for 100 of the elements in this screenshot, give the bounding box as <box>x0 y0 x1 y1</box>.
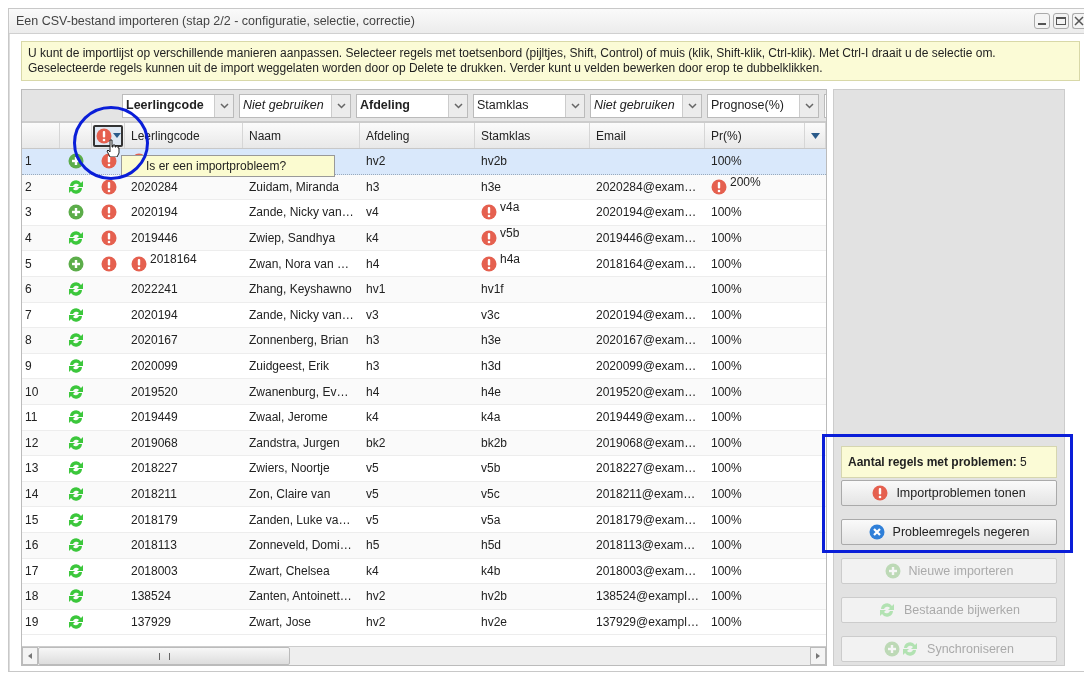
table-cell: 138524 <box>131 589 172 604</box>
row-number: 1 <box>25 154 32 169</box>
table-cell: 2019449 <box>131 410 178 425</box>
row-number: 15 <box>25 512 39 527</box>
table-row[interactable]: 16 2018113 Zonneveld, Domi… h5 h5d 2018113@exam… 100% <box>22 532 826 559</box>
table-cell: v5c <box>481 487 500 501</box>
row-number: 9 <box>25 359 32 374</box>
table-cell: Zwanenburg, Ev… <box>249 384 349 399</box>
row-number: 3 <box>25 205 32 220</box>
table-row[interactable]: 18 138524 Zanten, Antoinett… hv2 hv2b 138524@exampl… 100% <box>22 584 826 610</box>
table-cell: 2019446 <box>131 231 178 246</box>
window-title: Een CSV-bestand importeren (stap 2/2 - configuratie, selectie, correctie) <box>16 14 416 28</box>
table-row[interactable]: 4 2019446 Zwiep, Sandhya k4 v5b 2019446@exam… 100% <box>22 225 826 252</box>
column-mapping-dropdown[interactable]: Afdeling <box>356 93 468 118</box>
table-cell: 2019520 <box>131 384 178 399</box>
table-cell: 100% <box>711 231 742 246</box>
table-cell: k4 <box>366 231 379 246</box>
table-cell: 2022241 <box>131 282 178 297</box>
table-cell: 2018164@exam… <box>596 256 697 271</box>
table-cell: h3d <box>481 359 502 374</box>
table-cell: hv2e <box>481 615 508 629</box>
table-cell: 100% <box>711 333 742 348</box>
row-number: 13 <box>25 461 39 476</box>
table-cell: hv1f <box>481 282 504 297</box>
table-cell: 100% <box>711 512 742 527</box>
row-number: 8 <box>25 333 32 348</box>
table-cell: 100% <box>711 563 742 578</box>
table-cell: Zonnenberg, Brian <box>249 333 349 348</box>
table-row[interactable]: 8 2020167 Zonnenberg, Brian h3 h3e 2020167@exam… 100% <box>22 328 826 354</box>
action-button[interactable]: Importproblemen tonen <box>841 480 1057 506</box>
table-cell: 2018227 <box>131 461 178 476</box>
table-row[interactable]: 11 2019449 Zwaal, Jerome k4 k4a 2019449@exam… 100% <box>22 404 826 431</box>
table-cell: hv2b <box>481 154 508 169</box>
table-cell: Zwiep, Sandhya <box>249 231 336 246</box>
row-number: 14 <box>25 487 39 501</box>
table-cell: 100% <box>711 487 742 501</box>
table-cell: v5b <box>500 226 520 241</box>
table-cell: 137929@exampl… <box>596 615 699 629</box>
column-mapping-dropdown[interactable]: Prognose(%) <box>707 93 819 118</box>
table-cell: 2018113@exam… <box>596 538 696 553</box>
table-cell: 2020284 <box>131 179 178 194</box>
table-cell: k4 <box>366 410 379 425</box>
table-cell: 100% <box>711 435 742 450</box>
column-header[interactable]: Pr(%) <box>711 128 742 143</box>
table-cell: Zuidgeest, Erik <box>249 359 330 374</box>
table-cell: 100% <box>711 307 742 322</box>
table-cell: 100% <box>711 384 742 399</box>
column-header[interactable]: Email <box>596 128 626 143</box>
table-cell: Zwaal, Jerome <box>249 410 328 425</box>
table-cell: 2018211@exam… <box>596 487 696 501</box>
table-cell: 2020167@exam… <box>596 333 697 348</box>
table-cell: v3 <box>366 307 379 322</box>
column-mapping-dropdown[interactable]: Stamklas <box>473 93 585 118</box>
table-cell: 100% <box>711 410 742 425</box>
table-cell: hv2b <box>481 589 508 604</box>
table-cell: bk2b <box>481 435 508 450</box>
table-cell: 2019520@exam… <box>596 384 697 399</box>
table-cell: h5d <box>481 538 502 553</box>
table-cell: h5 <box>366 538 380 553</box>
table-row[interactable]: 10 2019520 Zwanenburg, Ev… h4 h4e 2019520@exam… 100% <box>22 379 826 405</box>
column-header[interactable]: Afdeling <box>366 128 410 143</box>
table-row[interactable]: 15 2018179 Zanden, Luke va… v5 v5a 2018179@exam… 100% <box>22 507 826 533</box>
table-cell: Zande, Nicky van… <box>249 307 354 322</box>
table-cell: 2020284@exam… <box>596 179 697 194</box>
table-cell: hv2 <box>366 615 386 629</box>
table-cell: k4b <box>481 563 501 578</box>
table-row[interactable]: 19 137929 Zwart, Jose hv2 hv2e 137929@exampl… 100% <box>22 609 826 636</box>
table-cell: v5 <box>366 461 379 476</box>
table-cell: Zwiers, Noortje <box>249 461 330 476</box>
table-cell: 2018003 <box>131 563 178 578</box>
row-number: 4 <box>25 231 32 246</box>
table-cell: hv1 <box>366 282 386 297</box>
table-cell: Zanten, Antoinett… <box>249 589 352 604</box>
table-row[interactable]: 2 2020284 Zuidam, Miranda h3 h3e 2020284@exam… 200% <box>22 174 826 201</box>
action-button[interactable]: Probleemregels negeren <box>841 519 1057 545</box>
table-cell: 2018179 <box>131 512 178 527</box>
table-row[interactable]: 5 2018164 Zwan, Nora van … h4 h4a 2018164@exam… 100% <box>22 251 826 277</box>
column-mapping-dropdown[interactable]: Niet gebruiken <box>590 93 702 118</box>
table-row[interactable]: 3 2020194 Zande, Nicky van… v4 v4a 2020194@exam… 100% <box>22 200 826 226</box>
table-cell: 2018211 <box>131 487 177 501</box>
table-row[interactable]: 12 2019068 Zandstra, Jurgen bk2 bk2b 2019068@exam… 100% <box>22 430 826 457</box>
row-number: 2 <box>25 179 32 194</box>
table-cell: 2018164 <box>150 251 197 266</box>
table-cell: 2020167 <box>131 333 178 348</box>
table-cell: 200% <box>730 174 761 189</box>
column-header[interactable]: Stamklas <box>481 128 531 143</box>
column-header[interactable]: Naam <box>249 128 281 143</box>
table-cell: 100% <box>711 205 742 220</box>
table-cell: 100% <box>711 615 742 629</box>
row-number: 5 <box>25 256 32 271</box>
table-cell: v4 <box>366 205 379 220</box>
table-row[interactable]: 14 2018211 Zon, Claire van v5 v5c 2018211@exam… 100% <box>22 481 826 508</box>
problem-count: Aantal regels met problemen: 5 <box>841 446 1057 478</box>
column-mapping-dropdown[interactable]: Niet gebruiken <box>239 93 351 118</box>
table-row[interactable]: 13 2018227 Zwiers, Noortje v5 v5b 2018227@exam… 100% <box>22 456 826 482</box>
table-cell: h3e <box>481 333 502 348</box>
table-cell: 2020099@exam… <box>596 359 697 374</box>
table-row[interactable]: 6 2022241 Zhang, Keyshawno hv1 hv1f 100% <box>22 276 826 303</box>
column-mapping-dropdown[interactable]: Leerlingcode <box>122 93 234 118</box>
table-cell: h4a <box>500 251 521 266</box>
